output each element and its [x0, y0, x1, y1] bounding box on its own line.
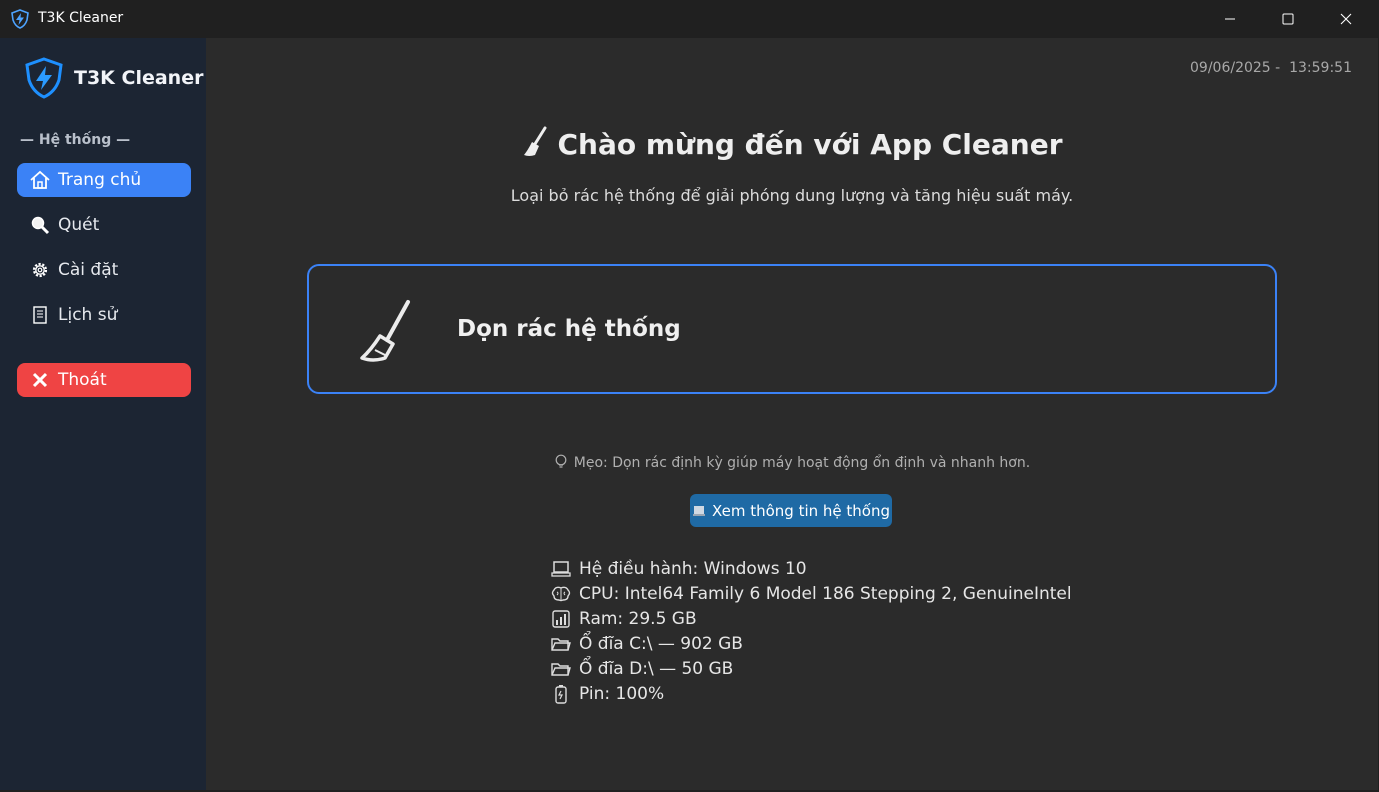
main-content: 09/06/2025 - 13:59:51 Chào mừng đến với … [206, 38, 1378, 790]
page-title: Chào mừng đến với App Cleaner [206, 126, 1378, 161]
sidebar-item-history[interactable]: Lịch sử [17, 298, 191, 332]
list-item: Ổ đĩa C:\ — 902 GB [551, 631, 1072, 656]
brain-icon [551, 584, 571, 604]
gear-icon [29, 259, 51, 281]
os-info: Hệ điều hành: Windows 10 [579, 558, 807, 579]
system-info-list: Hệ điều hành: Windows 10 CPU: Intel64 Fa… [551, 556, 1072, 706]
lightbulb-icon [555, 454, 567, 468]
laptop-icon [551, 559, 571, 579]
ram-info: Ram: 29.5 GB [579, 608, 697, 629]
brand: T3K Cleaner [22, 56, 203, 100]
folder-icon [551, 634, 571, 654]
welcome-text: Chào mừng đến với App Cleaner [557, 128, 1063, 161]
exit-label: Thoát [58, 370, 107, 390]
battery-info: Pin: 100% [579, 683, 665, 704]
logo-shield-icon [25, 57, 63, 99]
bar-chart-icon [551, 609, 571, 629]
app-shield-icon [11, 9, 29, 29]
subtitle: Loại bỏ rác hệ thống để giải phóng dung … [510, 186, 1074, 205]
tip-label: Mẹo: Dọn rác định kỳ giúp máy hoạt động … [573, 455, 1031, 471]
section-label: — Hệ thống — [20, 132, 131, 148]
maximize-button[interactable] [1259, 0, 1317, 38]
close-icon [1340, 13, 1352, 25]
home-icon [29, 169, 51, 191]
view-system-info-button[interactable]: Xem thông tin hệ thống [690, 494, 892, 527]
sidebar-item-label: Cài đặt [58, 260, 119, 280]
view-system-info-label: Xem thông tin hệ thống [712, 501, 890, 520]
window-title: T3K Cleaner [38, 10, 124, 26]
list-item: Hệ điều hành: Windows 10 [551, 556, 1072, 581]
datetime: 09/06/2025 - 13:59:51 [1190, 60, 1352, 76]
sidebar: T3K Cleaner — Hệ thống — Trang chủ Quét … [0, 38, 206, 790]
computer-icon [692, 504, 706, 518]
magnifier-icon [29, 214, 51, 236]
title-bar: T3K Cleaner [0, 0, 1379, 38]
drive-c-info: Ổ đĩa C:\ — 902 GB [579, 633, 743, 654]
clean-card-label: Dọn rác hệ thống [457, 316, 681, 342]
exit-button[interactable]: Thoát [17, 363, 191, 397]
list-item: Ram: 29.5 GB [551, 606, 1072, 631]
maximize-icon [1282, 13, 1294, 25]
sidebar-item-label: Trang chủ [58, 170, 142, 190]
tip-text: Mẹo: Dọn rác định kỳ giúp máy hoạt động … [206, 454, 1378, 471]
list-item: CPU: Intel64 Family 6 Model 186 Stepping… [551, 581, 1072, 606]
drive-d-info: Ổ đĩa D:\ — 50 GB [579, 658, 734, 679]
broom-icon [524, 126, 547, 156]
sidebar-item-settings[interactable]: Cài đặt [17, 253, 191, 287]
scroll-icon [29, 304, 51, 326]
sidebar-item-label: Quét [58, 215, 100, 235]
clean-system-card[interactable]: Dọn rác hệ thống [307, 264, 1277, 394]
sidebar-item-home[interactable]: Trang chủ [17, 163, 191, 197]
broom-icon [360, 300, 410, 362]
list-item: Pin: 100% [551, 681, 1072, 706]
sidebar-item-scan[interactable]: Quét [17, 208, 191, 242]
cpu-info: CPU: Intel64 Family 6 Model 186 Stepping… [579, 583, 1072, 604]
close-button[interactable] [1317, 0, 1375, 38]
close-x-icon [29, 369, 51, 391]
minimize-button[interactable] [1201, 0, 1259, 38]
minimize-icon [1225, 18, 1235, 20]
battery-icon [551, 684, 571, 704]
list-item: Ổ đĩa D:\ — 50 GB [551, 656, 1072, 681]
sidebar-item-label: Lịch sử [58, 305, 118, 325]
folder-icon [551, 659, 571, 679]
brand-name: T3K Cleaner [74, 67, 204, 89]
